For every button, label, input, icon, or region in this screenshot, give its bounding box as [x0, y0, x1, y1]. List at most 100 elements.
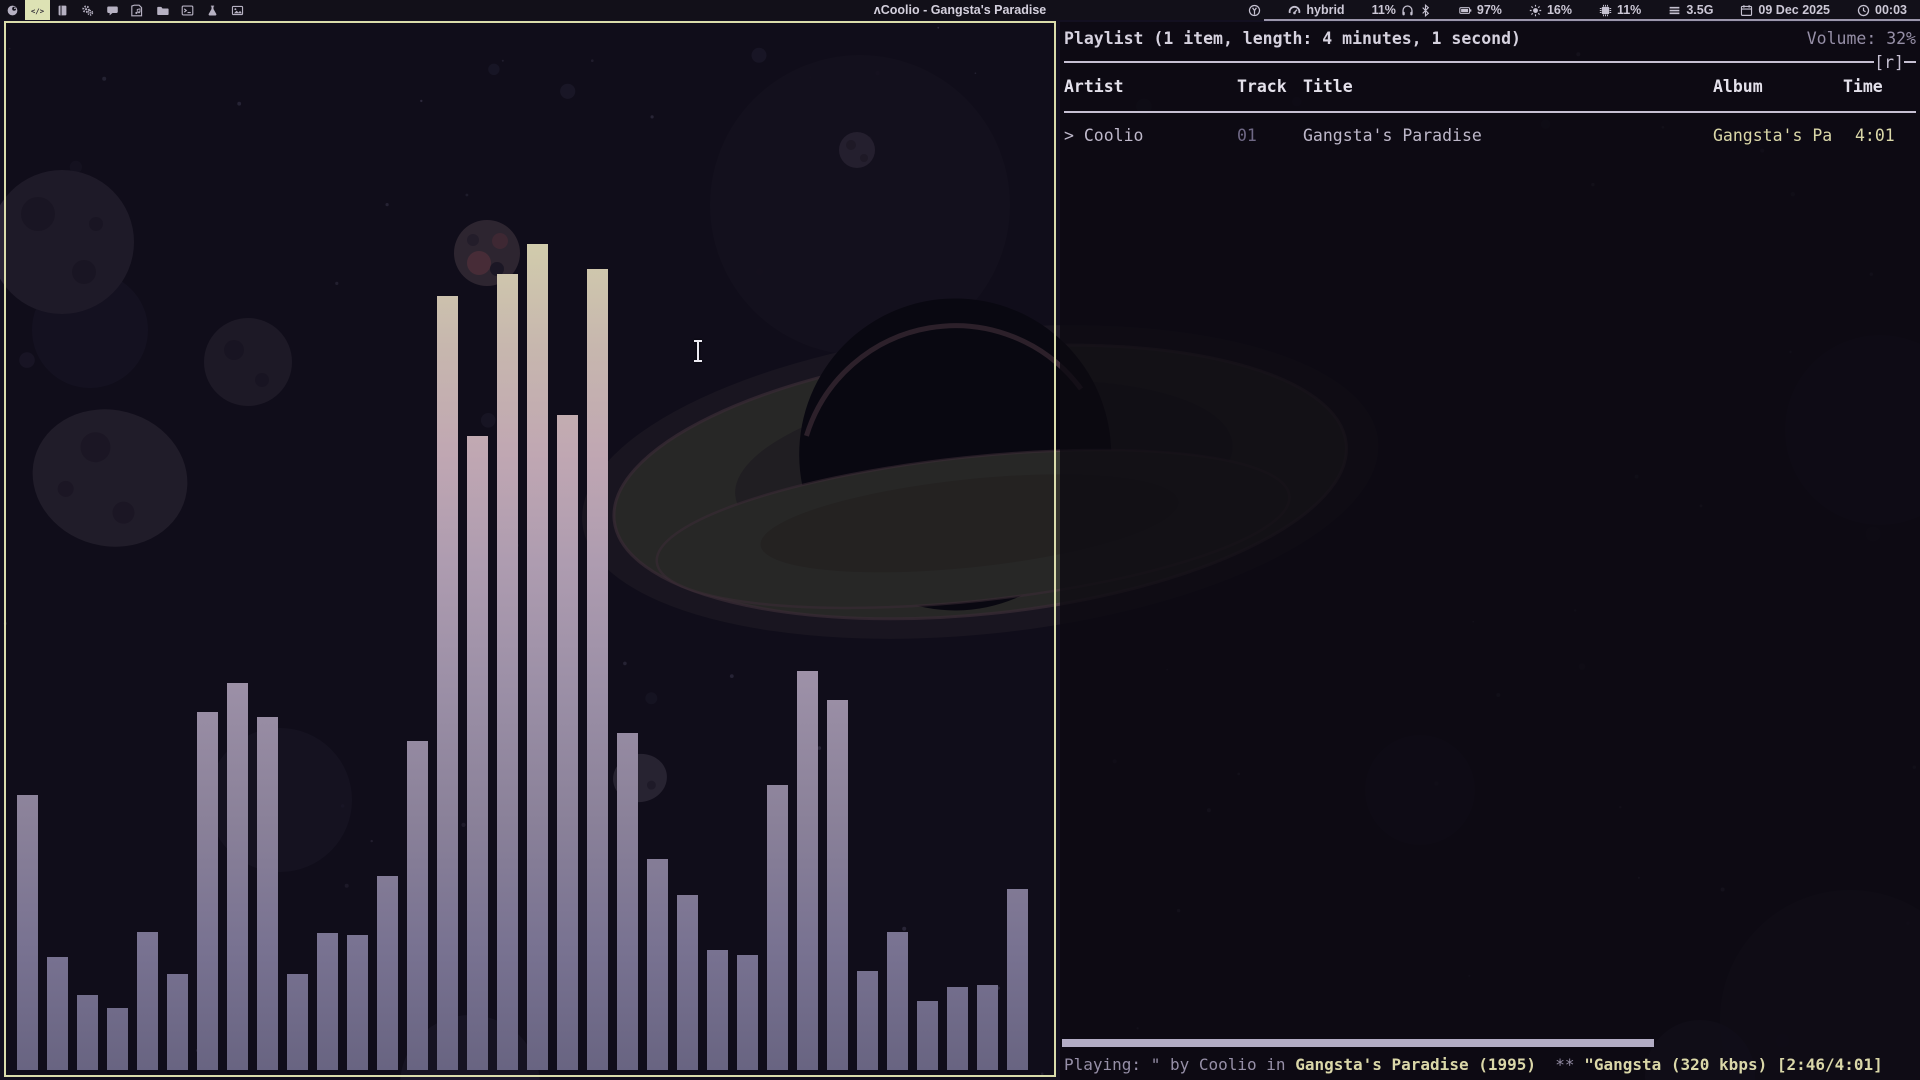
visualizer-bar	[257, 717, 278, 1070]
tray-item-battery[interactable]: 97%	[1459, 3, 1502, 17]
column-album: Album	[1713, 77, 1763, 96]
visualizer-bar	[137, 932, 158, 1070]
battery-icon	[1459, 4, 1472, 17]
repeat-flag: [r]	[1874, 53, 1904, 72]
visualizer-bar	[737, 955, 758, 1070]
visualizer-bar	[17, 795, 38, 1070]
visualizer-bar	[437, 296, 458, 1070]
separator-columns	[1064, 111, 1916, 113]
visualizer-bar	[827, 700, 848, 1070]
tray-underline	[1264, 19, 1920, 21]
visualizer-bar	[167, 974, 188, 1070]
workspace-images[interactable]	[225, 0, 250, 20]
visualizer-bar	[407, 741, 428, 1070]
visualizer-bar	[77, 995, 98, 1070]
tray-label: hybrid	[1306, 3, 1344, 17]
taskbar: </> ʌCoolio - Gangsta's Paradise hybrid 1…	[0, 0, 1920, 20]
settings-icon	[81, 4, 94, 17]
track-number: 01	[1237, 126, 1257, 145]
brightness-icon	[1529, 4, 1542, 17]
files-icon	[156, 4, 169, 17]
track-title: Gangsta's Paradise	[1303, 126, 1482, 145]
music-player-window[interactable]: Playlist (1 item, length: 4 minutes, 1 s…	[1060, 22, 1920, 1080]
window-title: ʌCoolio - Gangsta's Paradise	[874, 0, 1046, 20]
visualizer-bar	[557, 415, 578, 1070]
tray-item-brightness[interactable]: 16%	[1529, 3, 1572, 17]
volume-indicator: Volume: 32%	[1807, 29, 1916, 48]
science-icon	[206, 4, 219, 17]
visualizer-bar	[107, 1008, 128, 1070]
gauge-icon	[1288, 4, 1301, 17]
column-time: Time	[1843, 77, 1883, 96]
code-icon: </>	[31, 4, 44, 17]
visualizer-bar	[1007, 889, 1028, 1070]
track-album: Gangsta's Pa	[1713, 126, 1832, 145]
workspace-notes[interactable]	[50, 0, 75, 20]
workspace-science[interactable]	[200, 0, 225, 20]
tray-item-memory[interactable]: 3.5G	[1668, 3, 1713, 17]
visualizer-bar	[527, 244, 548, 1070]
visualizer-bar	[47, 957, 68, 1070]
workspace-settings[interactable]	[75, 0, 100, 20]
column-track: Track	[1237, 77, 1287, 96]
tray-item-clock[interactable]: 00:03	[1857, 3, 1907, 17]
visualizer-bar	[917, 1001, 938, 1070]
visualizer-window[interactable]	[4, 21, 1056, 1077]
visualizer-bar	[977, 985, 998, 1070]
separator-top: [r]	[1064, 51, 1916, 73]
calendar-icon	[1740, 4, 1753, 17]
visualizer-bar	[377, 876, 398, 1070]
playlist-row[interactable]: > Coolio 01 Gangsta's Paradise Gangsta's…	[1064, 124, 1916, 146]
column-title: Title	[1303, 77, 1353, 96]
music-icon	[131, 4, 144, 17]
column-header-row: Artist Track Title Album Time	[1064, 75, 1916, 97]
visualizer-bar	[317, 933, 338, 1070]
tray-label: 11%	[1372, 3, 1396, 17]
seek-bar[interactable]	[1062, 1039, 1918, 1047]
visualizer-bar	[767, 785, 788, 1070]
playlist-summary: Playlist (1 item, length: 4 minutes, 1 s…	[1064, 29, 1521, 48]
notes-icon	[56, 4, 69, 17]
svg-text:</>: </>	[31, 6, 44, 15]
track-artist: > Coolio	[1064, 126, 1143, 145]
tray-label: 11%	[1617, 3, 1641, 17]
visualizer-bar	[887, 932, 908, 1070]
workspace-code[interactable]: </>	[25, 0, 50, 20]
visualizer-bar	[707, 950, 728, 1070]
headphones-icon	[1401, 4, 1414, 17]
playlist-header: Playlist (1 item, length: 4 minutes, 1 s…	[1064, 27, 1916, 49]
status-segment: "Gangsta (320 kbps) [2:46/4:01]	[1584, 1055, 1883, 1074]
status-segment: Gangsta's Paradise (1995)	[1295, 1055, 1536, 1074]
status-segment: Playing: " by Coolio in	[1064, 1055, 1295, 1074]
track-time: 4:01	[1855, 126, 1895, 145]
tray-label: 3.5G	[1686, 3, 1713, 17]
memory-icon	[1668, 4, 1681, 17]
bluetooth-icon	[1419, 4, 1432, 17]
visualizer-bar	[467, 436, 488, 1070]
tray-item-power-profile[interactable]: hybrid	[1288, 3, 1344, 17]
visualizer-bar	[587, 269, 608, 1070]
clock-icon	[1857, 4, 1870, 17]
visualizer-bar	[797, 671, 818, 1070]
tray-item-date[interactable]: 09 Dec 2025	[1740, 3, 1830, 17]
seek-bar-fill	[1062, 1039, 1654, 1047]
tray-item-indicator[interactable]	[1248, 4, 1261, 17]
cpu-icon	[1599, 4, 1612, 17]
visualizer-bar	[197, 712, 218, 1070]
workspace-music[interactable]	[125, 0, 150, 20]
workspace-chat[interactable]	[100, 0, 125, 20]
terminal-icon	[181, 4, 194, 17]
tray-item-cpu[interactable]: 11%	[1599, 3, 1641, 17]
chat-icon	[106, 4, 119, 17]
status-segment: **	[1536, 1055, 1584, 1074]
workspace-browser[interactable]	[0, 0, 25, 20]
workspace-files[interactable]	[150, 0, 175, 20]
workspace-terminal[interactable]	[175, 0, 200, 20]
visualizer-bar	[647, 859, 668, 1070]
tray-item-volume[interactable]: 11%	[1372, 3, 1432, 17]
tray-label: 97%	[1477, 3, 1502, 17]
visualizer-bar	[857, 971, 878, 1070]
visualizer-bar	[347, 935, 368, 1070]
visualizer-bar	[947, 987, 968, 1070]
visualizer-bars	[17, 23, 1048, 1070]
